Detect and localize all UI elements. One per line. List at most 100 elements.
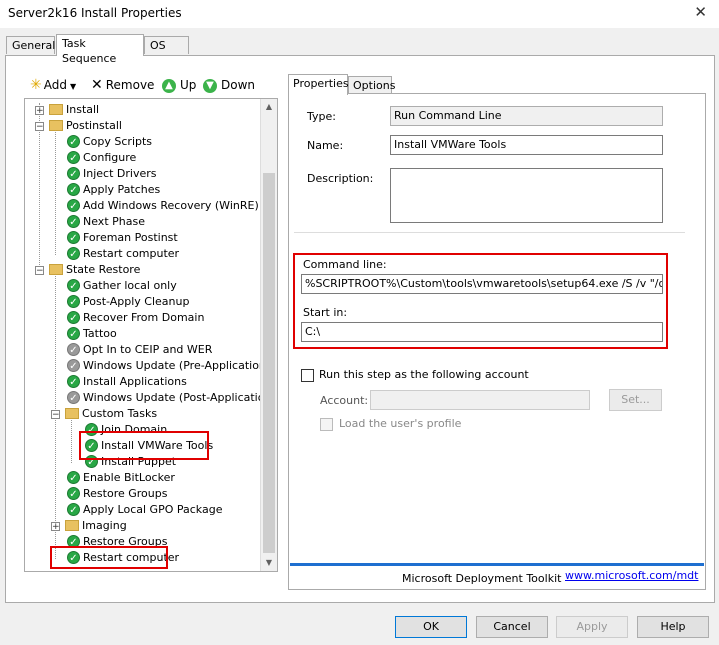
tree-item[interactable]: ✓ Add Windows Recovery (WinRE) — [67, 198, 259, 214]
close-icon[interactable]: ✕ — [694, 3, 707, 21]
scroll-down-icon[interactable]: ▼ — [261, 555, 277, 571]
help-button[interactable]: Help — [637, 616, 709, 638]
tree-item-label: Inject Drivers — [83, 167, 157, 180]
tree-item[interactable]: ✓ Enable BitLocker — [67, 470, 175, 486]
disabled-check-icon: ✓ — [67, 358, 80, 372]
tree-item-label: Add Windows Recovery (WinRE) — [83, 199, 259, 212]
folder-icon — [49, 263, 63, 275]
success-check-icon: ✓ — [67, 182, 80, 196]
success-check-icon: ✓ — [67, 134, 80, 148]
success-check-icon: ✓ — [67, 166, 80, 180]
folder-icon — [65, 519, 79, 531]
tree-scrollbar[interactable]: ▲ ▼ — [260, 99, 277, 571]
down-arrow-icon: ▼ — [203, 78, 217, 93]
tree-item-label: Copy Scripts — [83, 135, 153, 148]
up-arrow-icon: ▲ — [162, 78, 176, 93]
tree-item[interactable]: − State Restore — [35, 262, 140, 278]
tree-item[interactable]: ✓ Foreman Postinst — [67, 230, 178, 246]
tree-item[interactable]: ✓ Apply Local GPO Package — [67, 502, 222, 518]
tree-item[interactable]: + Install — [35, 102, 99, 118]
remove-button[interactable]: ✕ Remove — [91, 74, 154, 96]
tree-item[interactable]: − Custom Tasks — [51, 406, 157, 422]
success-check-icon: ✓ — [67, 230, 80, 244]
tab-bar: General Task Sequence OS Info — [0, 34, 719, 67]
tree-item[interactable]: ✓ Windows Update (Pre-Application Inst — [67, 358, 277, 374]
tree-item[interactable]: ✓ Post-Apply Cleanup — [67, 294, 189, 310]
tab-os-info[interactable]: OS Info — [144, 36, 189, 67]
tree-item[interactable]: − Postinstall — [35, 118, 122, 134]
tree-item[interactable]: ✓ Gather local only — [67, 278, 177, 294]
load-profile-checkbox[interactable] — [320, 418, 333, 431]
collapse-icon[interactable]: − — [35, 122, 44, 132]
tree-item-label: Install — [66, 103, 100, 116]
success-check-icon: ✓ — [67, 278, 80, 292]
expand-icon[interactable]: + — [35, 106, 44, 116]
run-as-checkbox[interactable] — [301, 369, 314, 382]
expand-icon[interactable]: + — [51, 522, 60, 532]
tree-item-label: Restore Groups — [83, 487, 168, 500]
ok-button[interactable]: OK — [395, 616, 467, 638]
tree-item[interactable]: ✓ Copy Scripts — [67, 134, 152, 150]
success-check-icon: ✓ — [67, 246, 80, 260]
tree-item-label: Custom Tasks — [82, 407, 158, 420]
brand-text: Microsoft Deployment Toolkit — [402, 572, 562, 585]
tab-general[interactable]: General — [6, 36, 55, 54]
tree-item-label: Foreman Postinst — [83, 231, 178, 244]
highlight-box — [293, 253, 668, 349]
tree-item[interactable]: ✓ Tattoo — [67, 326, 117, 342]
tree-item-label: Imaging — [82, 519, 127, 532]
tree-item-label: Apply Patches — [83, 183, 161, 196]
success-check-icon: ✓ — [67, 470, 80, 484]
apply-button[interactable]: Apply — [556, 616, 628, 638]
tree-item[interactable]: + Imaging — [51, 518, 127, 534]
tree-item[interactable]: ✓ Install Applications — [67, 374, 187, 390]
tree-item[interactable]: ✓ Apply Patches — [67, 182, 160, 198]
window-title: Server2k16 Install Properties — [8, 6, 182, 20]
success-check-icon: ✓ — [67, 374, 80, 388]
collapse-icon[interactable]: − — [51, 410, 60, 420]
remove-label: Remove — [105, 78, 155, 92]
up-button[interactable]: ▲ Up — [162, 74, 196, 96]
tab-properties[interactable]: Properties — [288, 74, 349, 95]
tree-item-label: Tattoo — [83, 327, 117, 340]
tree-item-label: Post-Apply Cleanup — [83, 295, 190, 308]
name-label: Name: — [307, 139, 344, 152]
down-button[interactable]: ▼ Down — [203, 74, 255, 96]
tab-task-sequence[interactable]: Task Sequence — [56, 34, 144, 65]
success-check-icon: ✓ — [67, 214, 80, 228]
tree-item[interactable]: ✓ Next Phase — [67, 214, 145, 230]
task-sequence-tree[interactable]: + Install − Postinstall ✓ Copy Scripts ✓ Con… — [24, 98, 278, 572]
set-button[interactable]: Set... — [609, 389, 662, 411]
dropdown-arrow-icon: ▼ — [69, 82, 77, 91]
highlight-box — [50, 546, 168, 569]
scrollbar-thumb[interactable] — [263, 173, 275, 553]
tree-item-label: State Restore — [66, 263, 141, 276]
scroll-up-icon[interactable]: ▲ — [261, 99, 277, 115]
load-profile-label: Load the user's profile — [339, 417, 462, 430]
folder-icon — [49, 119, 63, 131]
tree-item-label: Postinstall — [66, 119, 122, 132]
add-label: Add — [43, 78, 67, 92]
tree-item[interactable]: ✓ Windows Update (Post-Application Ins — [67, 390, 277, 406]
success-check-icon: ✓ — [67, 326, 80, 340]
cancel-button[interactable]: Cancel — [476, 616, 548, 638]
tree-item[interactable]: ✓ Inject Drivers — [67, 166, 156, 182]
tree-item[interactable]: ✓ Recover From Domain — [67, 310, 204, 326]
mdt-link[interactable]: www.microsoft.com/mdt — [565, 569, 698, 582]
tree-item[interactable]: ✓ Opt In to CEIP and WER — [67, 342, 212, 358]
tree-item-label: Gather local only — [83, 279, 177, 292]
description-field[interactable] — [390, 168, 663, 223]
collapse-icon[interactable]: − — [35, 266, 44, 276]
tree-item-label: Enable BitLocker — [83, 471, 175, 484]
add-icon: ✳ — [30, 77, 42, 93]
tree-item[interactable]: ✓ Configure — [67, 150, 136, 166]
tree-item[interactable]: ✓ Restart computer — [67, 246, 179, 262]
down-label: Down — [221, 78, 256, 92]
name-field[interactable]: Install VMWare Tools — [390, 135, 663, 155]
tab-options[interactable]: Options — [348, 76, 395, 94]
success-check-icon: ✓ — [67, 150, 80, 164]
tree-item[interactable]: ✓ Restore Groups — [67, 486, 167, 502]
disabled-check-icon: ✓ — [67, 342, 80, 356]
add-button[interactable]: ✳ Add ▼ — [30, 74, 76, 96]
account-field[interactable] — [370, 390, 590, 410]
